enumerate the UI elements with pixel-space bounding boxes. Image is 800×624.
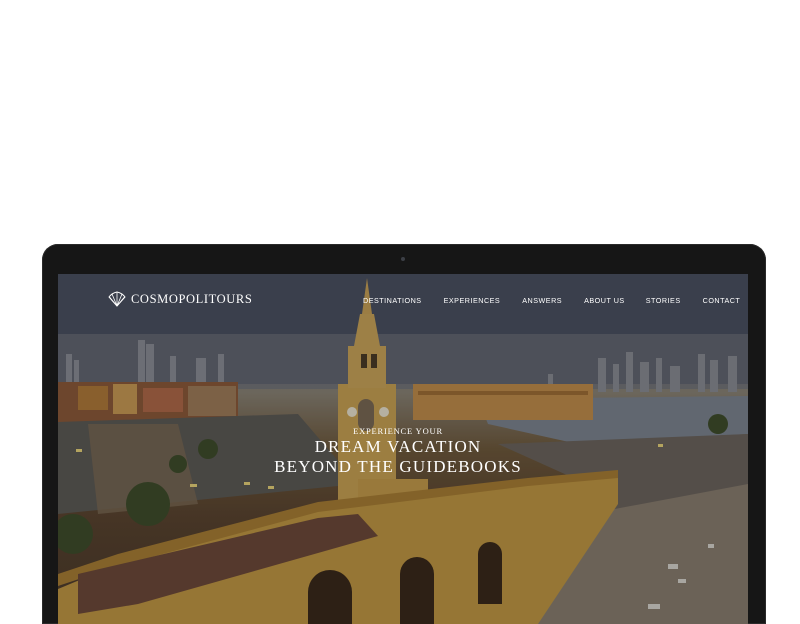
shell-logo-icon: [108, 291, 126, 307]
laptop-frame: COSMOPOLITOURS DESTINATIONS EXPERIENCES …: [42, 244, 766, 624]
brand-logo-link[interactable]: COSMOPOLITOURS: [108, 291, 252, 307]
hero-title-line-1: DREAM VACATION: [314, 437, 482, 456]
nav-item-answers: ANSWERS: [522, 296, 562, 305]
hero-section: EXPERIENCE YOUR DREAM VACATION BEYOND TH…: [58, 426, 748, 476]
nav-link-contact[interactable]: CONTACT: [703, 296, 741, 305]
website-screen: COSMOPOLITOURS DESTINATIONS EXPERIENCES …: [58, 274, 748, 624]
main-nav: DESTINATIONS EXPERIENCES ANSWERS ABOUT U…: [363, 296, 740, 305]
webcam: [401, 257, 405, 261]
hero-title-line-2: BEYOND THE GUIDEBOOKS: [274, 457, 522, 476]
site-header: COSMOPOLITOURS DESTINATIONS EXPERIENCES …: [58, 274, 748, 326]
nav-item-destinations: DESTINATIONS: [363, 296, 422, 305]
nav-item-stories: STORIES: [646, 296, 681, 305]
hero-kicker: EXPERIENCE YOUR: [353, 426, 443, 436]
brand-name: COSMOPOLITOURS: [131, 291, 253, 306]
nav-link-about-us[interactable]: ABOUT US: [584, 296, 625, 305]
nav-link-destinations[interactable]: DESTINATIONS: [363, 296, 422, 305]
nav-item-about-us: ABOUT US: [584, 296, 625, 305]
nav-item-experiences: EXPERIENCES: [444, 296, 501, 305]
nav-link-experiences[interactable]: EXPERIENCES: [444, 296, 501, 305]
nav-item-contact: CONTACT: [703, 296, 741, 305]
nav-link-answers[interactable]: ANSWERS: [522, 296, 562, 305]
nav-link-stories[interactable]: STORIES: [646, 296, 681, 305]
